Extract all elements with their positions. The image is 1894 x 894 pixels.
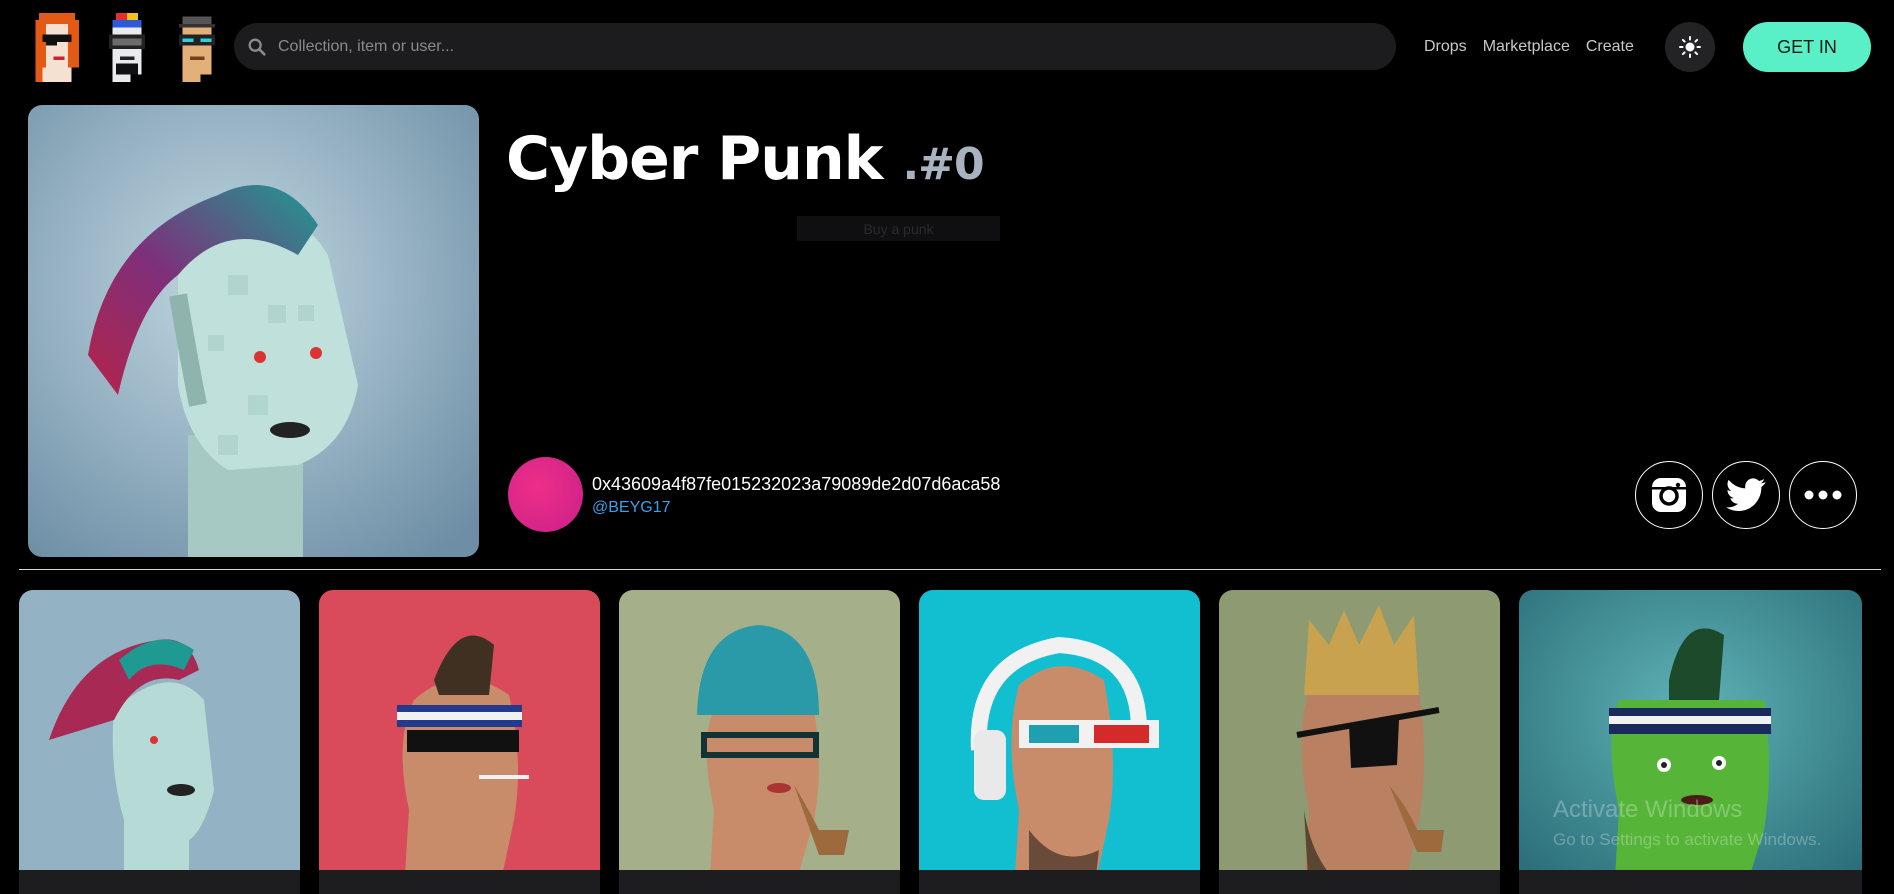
hero-nft-image[interactable] bbox=[28, 105, 479, 557]
search-bar[interactable] bbox=[234, 23, 1396, 70]
nft-card-1[interactable] bbox=[19, 590, 300, 894]
search-input[interactable] bbox=[278, 37, 1378, 56]
creator-handle[interactable]: @BEYG17 bbox=[592, 499, 671, 517]
punk-logo-2-icon[interactable] bbox=[98, 8, 156, 83]
nft-title: Cyber Punk .#0 bbox=[506, 124, 985, 194]
nft-card-5[interactable] bbox=[1219, 590, 1500, 894]
buy-button-ghost[interactable]: Buy a punk bbox=[797, 216, 1000, 241]
top-header: Drops Marketplace Create GET IN bbox=[0, 0, 1894, 95]
creator-address[interactable]: 0x43609a4f87fe015232023a79089de2d07d6aca… bbox=[592, 474, 1000, 495]
punk-logo-3-icon[interactable] bbox=[168, 8, 226, 83]
sun-icon bbox=[1679, 36, 1701, 58]
more-button[interactable] bbox=[1789, 461, 1857, 529]
nft-card-3[interactable] bbox=[619, 590, 900, 894]
watermark-line-1: Activate Windows bbox=[1553, 796, 1743, 823]
creator-avatar[interactable] bbox=[508, 457, 583, 532]
nft-card-4[interactable] bbox=[919, 590, 1200, 894]
nft-title-text: Cyber Punk bbox=[506, 124, 884, 194]
get-in-button[interactable]: GET IN bbox=[1743, 22, 1871, 72]
card-image bbox=[19, 590, 300, 894]
card-footer bbox=[319, 870, 600, 894]
punk-logo-1-icon[interactable] bbox=[28, 8, 86, 83]
theme-toggle-button[interactable] bbox=[1665, 22, 1715, 72]
main-nav: Drops Marketplace Create bbox=[1424, 38, 1634, 56]
twitter-button[interactable] bbox=[1712, 461, 1780, 529]
nft-card-2[interactable] bbox=[319, 590, 600, 894]
card-image bbox=[619, 590, 900, 894]
card-footer bbox=[1219, 870, 1500, 894]
watermark-line-2: Go to Settings to activate Windows. bbox=[1553, 830, 1822, 849]
card-footer bbox=[1519, 870, 1862, 894]
logo-group[interactable] bbox=[28, 8, 226, 83]
instagram-icon bbox=[1652, 478, 1686, 512]
card-image bbox=[919, 590, 1200, 894]
instagram-button[interactable] bbox=[1635, 461, 1703, 529]
twitter-icon bbox=[1726, 478, 1766, 511]
card-footer bbox=[19, 870, 300, 894]
card-image bbox=[319, 590, 600, 894]
social-links bbox=[1635, 461, 1857, 529]
search-icon bbox=[248, 38, 266, 56]
card-image bbox=[1219, 590, 1500, 894]
nav-create[interactable]: Create bbox=[1586, 38, 1634, 56]
nft-token-number: .#0 bbox=[902, 139, 984, 190]
section-divider bbox=[19, 569, 1881, 570]
nav-marketplace[interactable]: Marketplace bbox=[1483, 38, 1570, 56]
activate-windows-watermark: Activate Windows Go to Settings to activ… bbox=[1553, 796, 1821, 850]
card-footer bbox=[919, 870, 1200, 894]
more-icon bbox=[1804, 490, 1842, 500]
nav-drops[interactable]: Drops bbox=[1424, 38, 1467, 56]
cyber-punk-portrait bbox=[28, 105, 479, 557]
card-footer bbox=[619, 870, 900, 894]
